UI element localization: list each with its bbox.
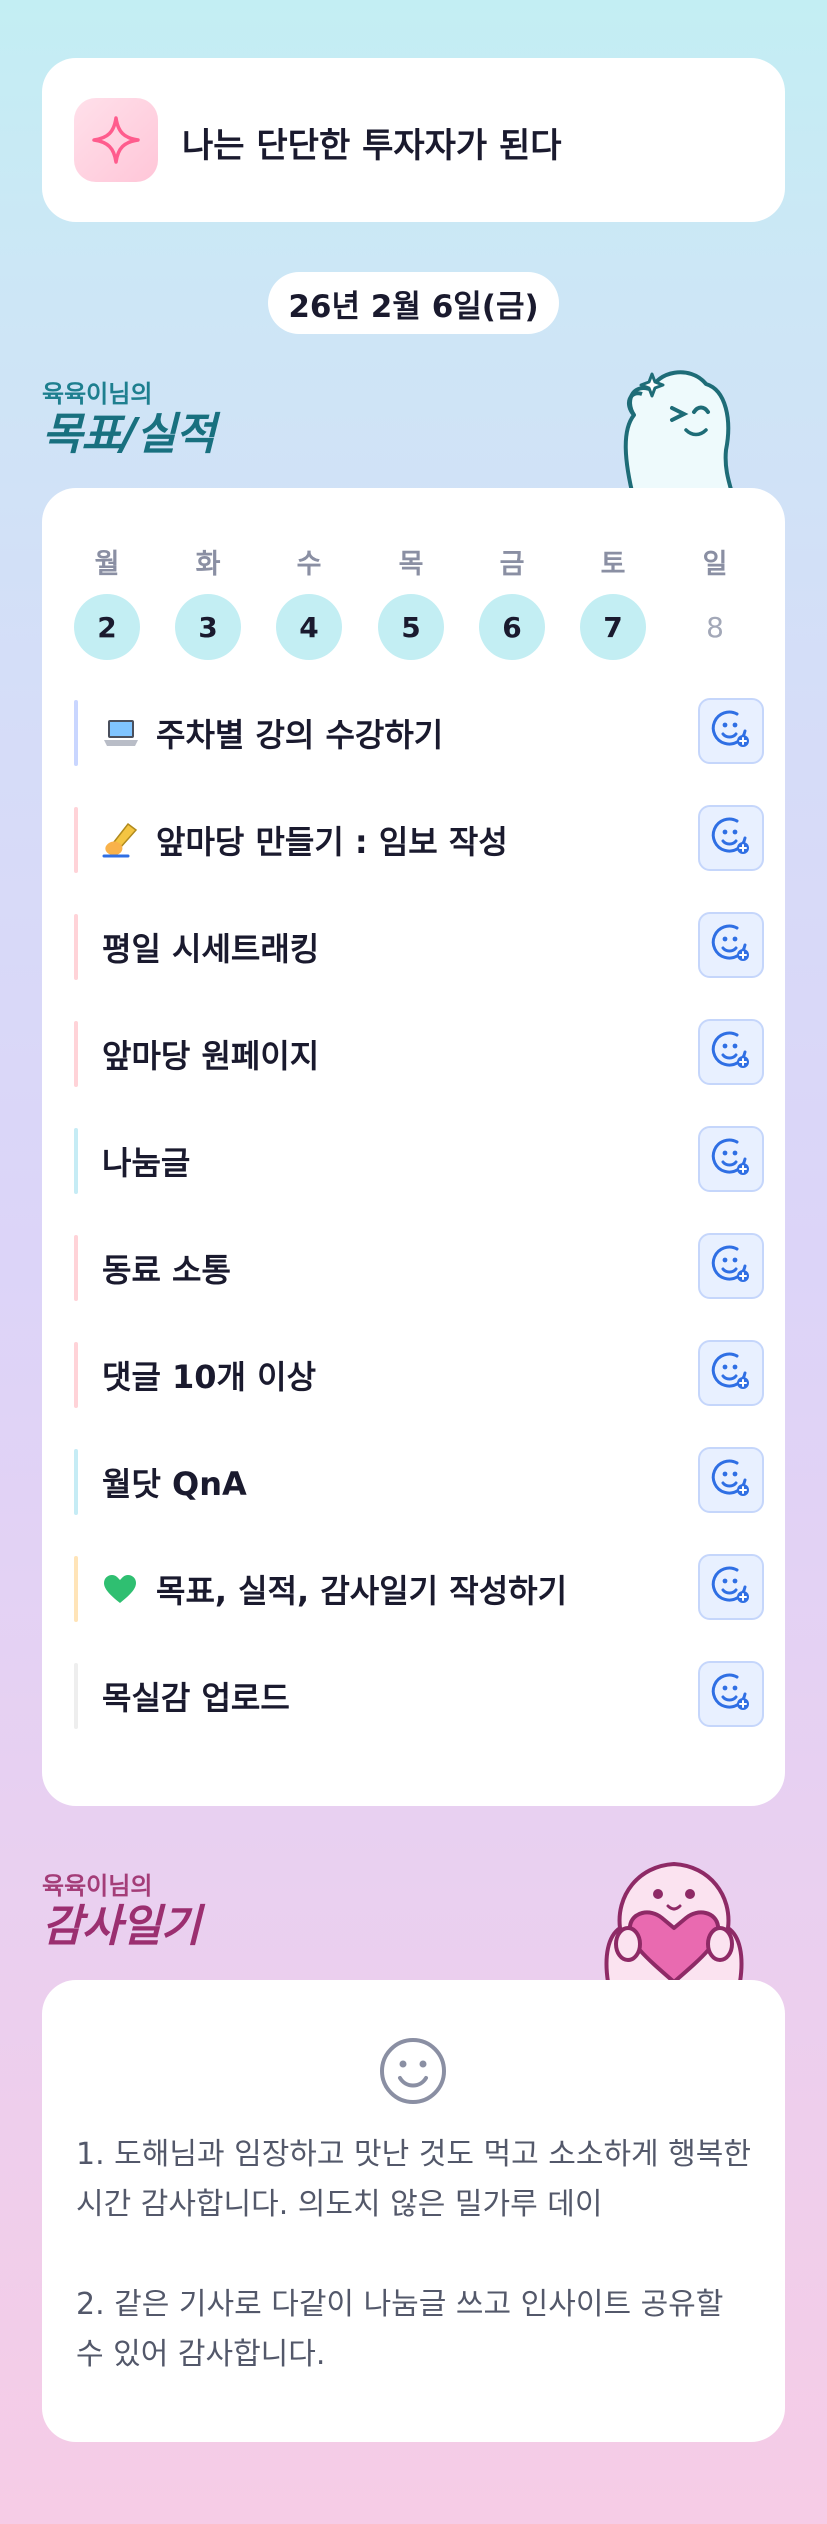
goal-color-bar: [74, 1128, 78, 1194]
smiley-add-icon: [709, 1670, 753, 1718]
goal-color-bar: [74, 1235, 78, 1301]
goal-color-bar: [74, 1342, 78, 1408]
motto-text: 나는 단단한 투자자가 된다: [182, 126, 562, 166]
goal-label: 월닷 QnA: [102, 1465, 247, 1503]
day-number[interactable]: 8: [682, 594, 748, 660]
date-selector[interactable]: 26년 2월 6일(금): [268, 272, 559, 334]
goal-item[interactable]: 나눔글: [74, 1126, 764, 1196]
goal-text-wrap: 앞마당 원페이지: [102, 1019, 319, 1089]
goal-label: 댓글 10개 이상: [102, 1358, 317, 1396]
goals-card: 월 2 화 3 수 4 목 5 금 6 토 7 일 8 주차별 강의 수강하기앞마당 만들기 : 임보 작…: [42, 488, 785, 1806]
day-number[interactable]: 6: [479, 594, 545, 660]
goal-item[interactable]: 앞마당 만들기 : 임보 작성: [74, 805, 764, 875]
day-label: 토: [600, 549, 626, 580]
smiley-add-icon: [709, 1242, 753, 1290]
gratitude-card: 1. 도해님과 임장하고 맛난 것도 먹고 소소하게 행복한 시간 감사합니다.…: [42, 1980, 785, 2442]
smiley-add-icon: [709, 814, 753, 862]
goal-color-bar: [74, 807, 78, 873]
day-label: 월: [94, 549, 120, 580]
day-label: 수: [296, 549, 322, 580]
goal-text-wrap: 댓글 10개 이상: [102, 1340, 316, 1410]
goal-color-bar: [74, 1021, 78, 1087]
goal-color-bar: [74, 1663, 78, 1729]
goal-text-wrap: 평일 시세트래킹: [102, 912, 319, 982]
smile-icon: [380, 2038, 446, 2104]
smiley-add-icon: [709, 1349, 753, 1397]
goal-item[interactable]: 목실감 업로드: [74, 1661, 764, 1731]
goal-text-wrap: 주차별 강의 수강하기: [102, 698, 443, 768]
goal-color-bar: [74, 1449, 78, 1515]
gratitude-section-title: 감사일기: [42, 1901, 201, 1952]
goal-text-wrap: 나눔글: [102, 1126, 190, 1196]
goal-color-bar: [74, 1556, 78, 1622]
goal-text-wrap: 목표, 실적, 감사일기 작성하기: [102, 1554, 567, 1624]
day-number[interactable]: 5: [378, 594, 444, 660]
goal-item[interactable]: 동료 소통: [74, 1233, 764, 1303]
day-number[interactable]: 4: [276, 594, 342, 660]
goal-text-wrap: 앞마당 만들기 : 임보 작성: [102, 805, 508, 875]
goal-item[interactable]: 댓글 10개 이상: [74, 1340, 764, 1410]
goal-item[interactable]: 주차별 강의 수강하기: [74, 698, 764, 768]
mascot-thumbs-up-icon: [623, 370, 736, 500]
goal-label: 앞마당 만들기 : 임보 작성: [156, 823, 508, 861]
goal-item[interactable]: 평일 시세트래킹: [74, 912, 764, 982]
goal-label: 목표, 실적, 감사일기 작성하기: [156, 1572, 568, 1610]
goal-color-bar: [74, 914, 78, 980]
day-number[interactable]: 3: [175, 594, 241, 660]
goal-result-button[interactable]: [698, 1661, 764, 1727]
day-label: 일: [702, 549, 728, 580]
day-label: 목: [398, 549, 424, 580]
goal-item[interactable]: 월닷 QnA: [74, 1447, 764, 1517]
smiley-add-icon: [709, 1456, 753, 1504]
goal-result-button[interactable]: [698, 805, 764, 871]
goal-result-button[interactable]: [698, 698, 764, 764]
goal-text-wrap: 목실감 업로드: [102, 1661, 290, 1731]
goal-result-button[interactable]: [698, 1019, 764, 1085]
goal-item[interactable]: 앞마당 원페이지: [74, 1019, 764, 1089]
goal-label: 나눔글: [102, 1144, 191, 1182]
goal-color-bar: [74, 700, 78, 766]
goal-result-button[interactable]: [698, 1126, 764, 1192]
goal-label: 목실감 업로드: [102, 1679, 290, 1717]
goal-result-button[interactable]: [698, 1340, 764, 1406]
goal-section-title: 목표/실적: [42, 409, 216, 460]
day-label: 화: [195, 549, 221, 580]
goal-label: 앞마당 원페이지: [102, 1037, 320, 1075]
smiley-add-icon: [709, 1028, 753, 1076]
sparkle-icon: [74, 98, 158, 182]
goal-result-button[interactable]: [698, 912, 764, 978]
smiley-add-icon: [709, 1563, 753, 1611]
goal-label: 평일 시세트래킹: [102, 930, 320, 968]
motto-card: 나는 단단한 투자자가 된다: [42, 58, 785, 222]
goal-result-button[interactable]: [698, 1554, 764, 1620]
goal-result-button[interactable]: [698, 1233, 764, 1299]
goal-result-button[interactable]: [698, 1447, 764, 1513]
goal-text-wrap: 동료 소통: [102, 1233, 231, 1303]
goal-text-wrap: 월닷 QnA: [102, 1447, 247, 1517]
laptop-icon: [102, 716, 146, 750]
day-label: 금: [499, 549, 525, 580]
goal-label: 동료 소통: [102, 1251, 231, 1289]
smiley-add-icon: [709, 1135, 753, 1183]
green-heart-icon: [102, 1573, 146, 1605]
day-number[interactable]: 7: [580, 594, 646, 660]
mascot-heart-icon: [604, 1862, 744, 1982]
gratitude-entry: 1. 도해님과 임장하고 맛난 것도 먹고 소소하게 행복한 시간 감사합니다.…: [76, 2137, 751, 2222]
gratitude-entry: 2. 같은 기사로 다같이 나눔글 쓰고 인사이트 공유할 수 있어 감사합니다…: [76, 2287, 724, 2372]
goal-item[interactable]: 목표, 실적, 감사일기 작성하기: [74, 1554, 764, 1624]
day-number[interactable]: 2: [74, 594, 140, 660]
goal-label: 주차별 강의 수강하기: [156, 716, 444, 754]
writing-hand-icon: [102, 822, 146, 858]
smiley-add-icon: [709, 921, 753, 969]
smiley-add-icon: [709, 707, 753, 755]
